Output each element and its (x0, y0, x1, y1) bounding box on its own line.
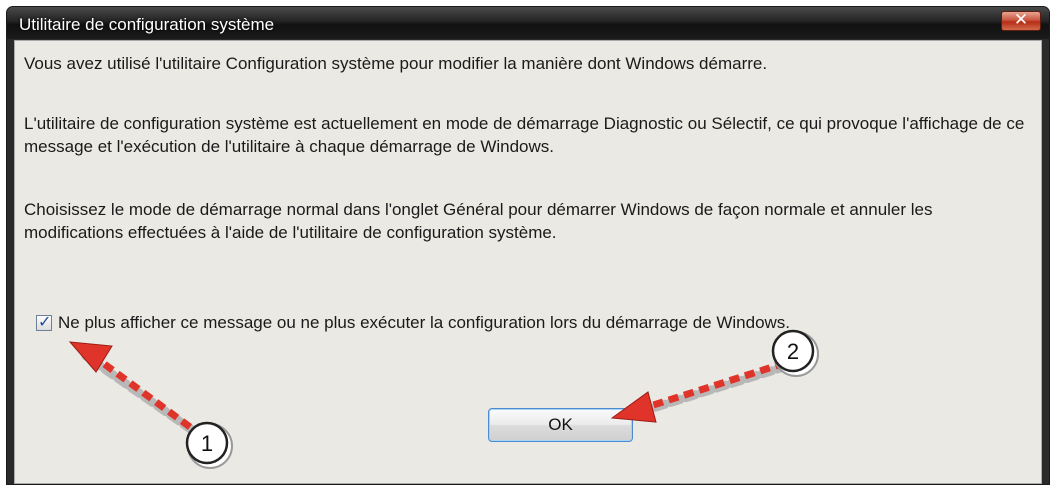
callout-arrow-2 (610, 359, 792, 423)
callout-2-label: 2 (787, 339, 799, 364)
annotation-overlay: 1 2 (68, 329, 819, 469)
callout-badge-2: 2 (771, 329, 819, 377)
callout-1-label: 1 (201, 431, 213, 456)
callout-arrow-1 (68, 341, 197, 435)
callout-badge-1: 1 (185, 421, 233, 469)
